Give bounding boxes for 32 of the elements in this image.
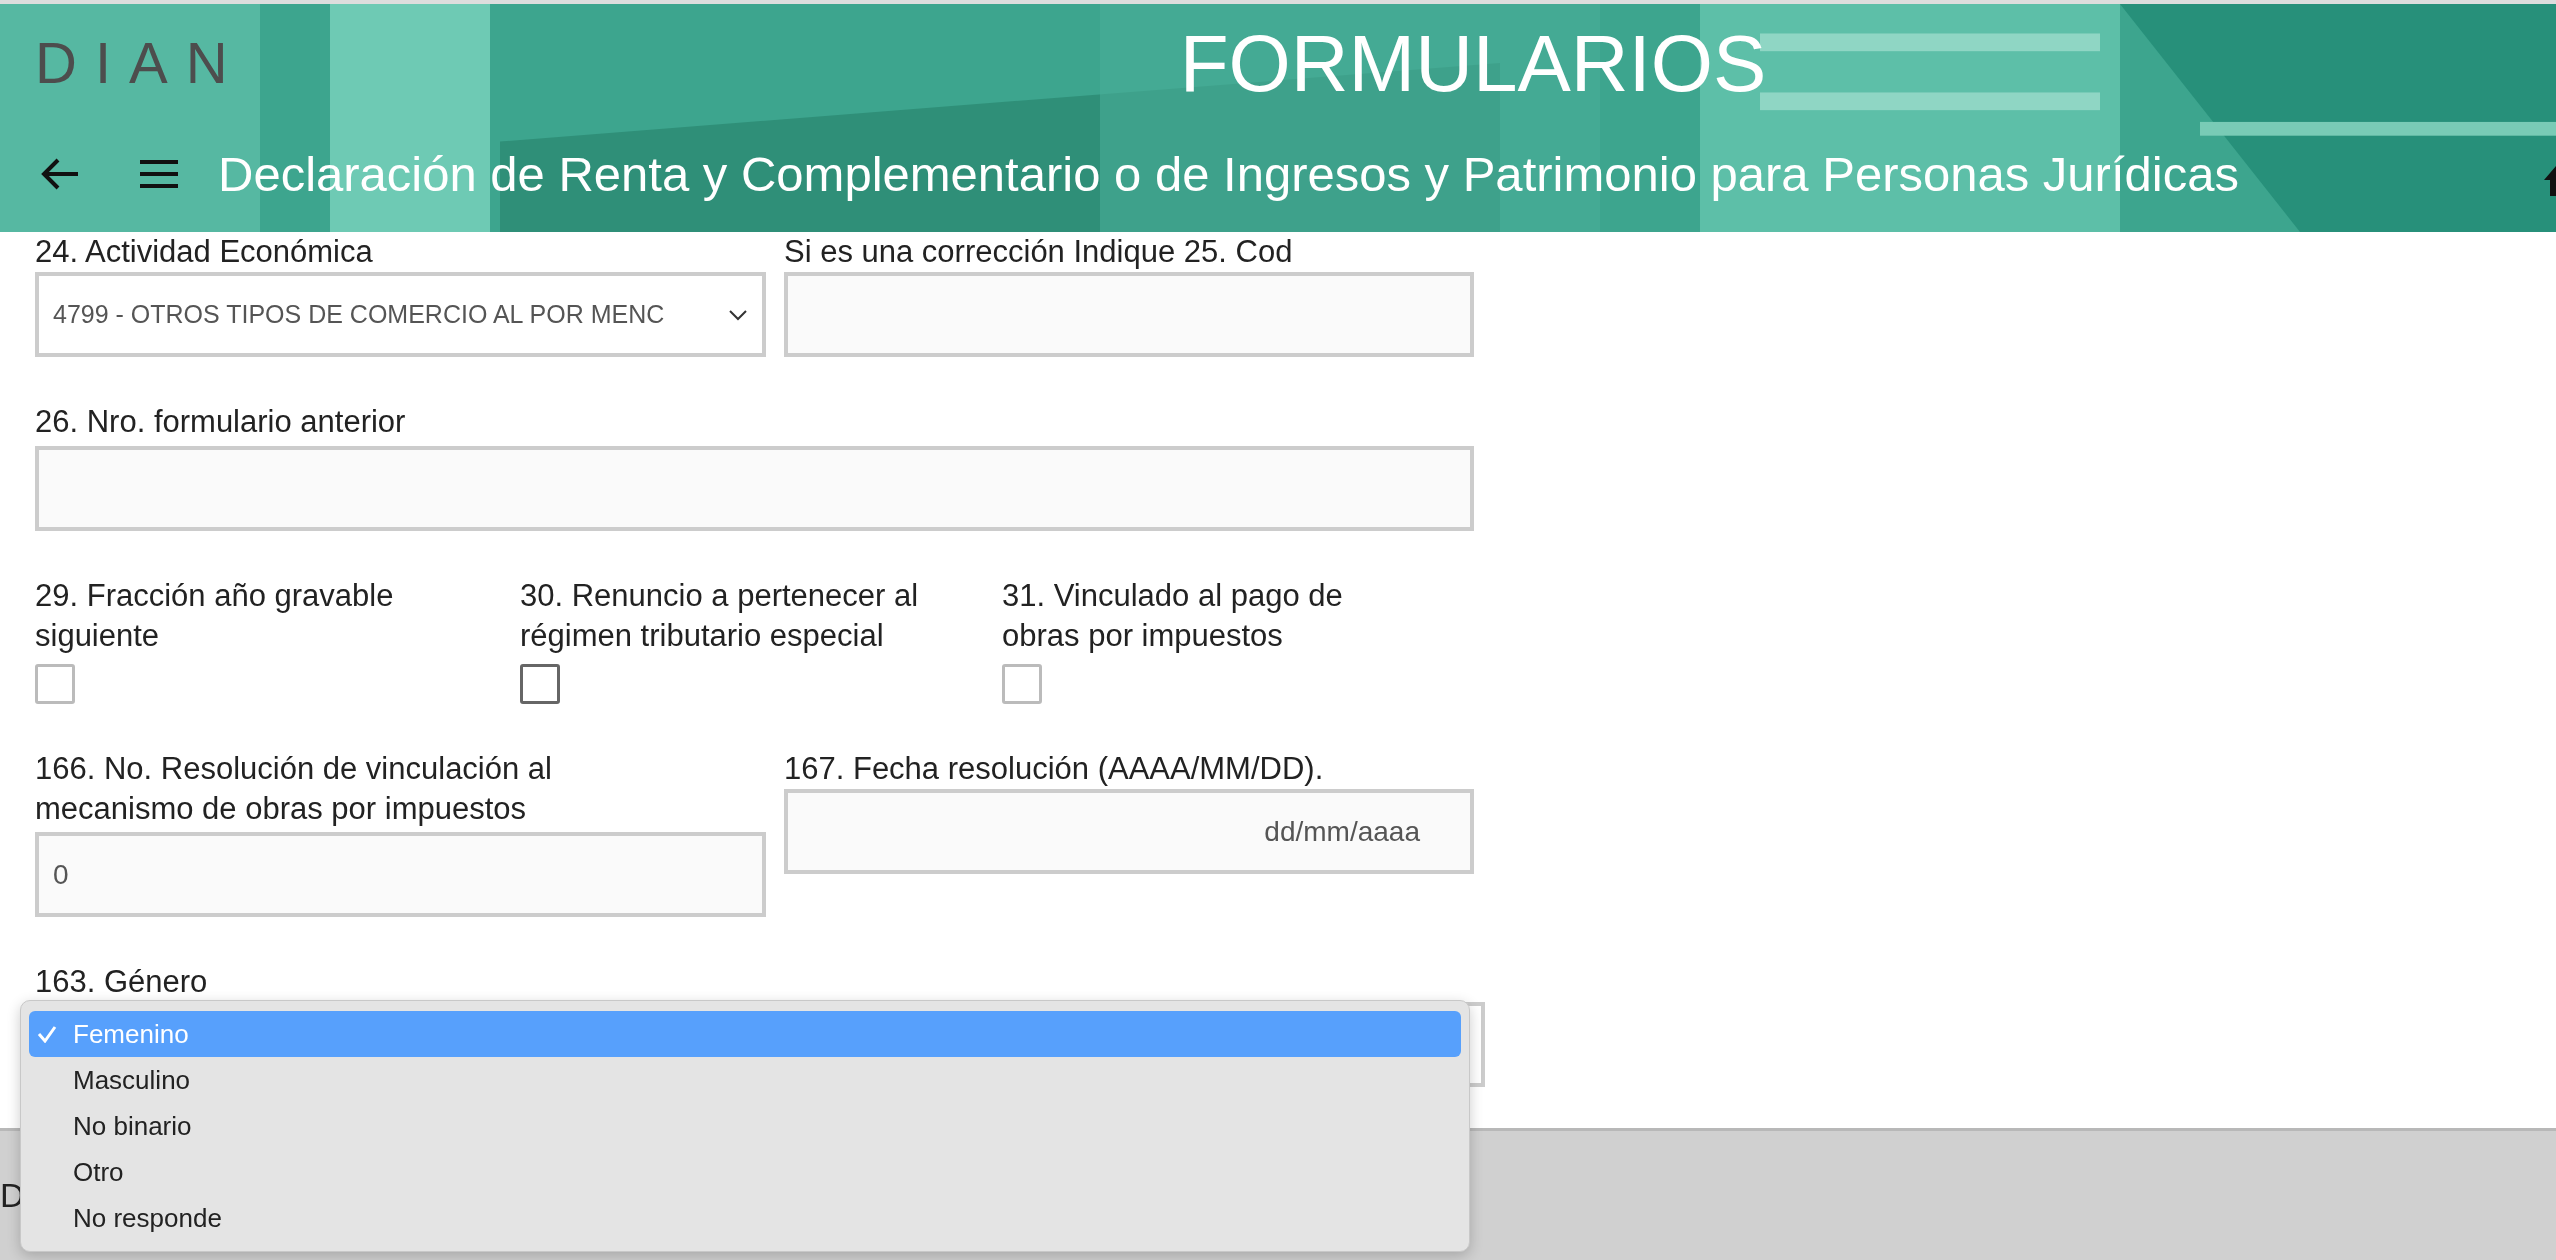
check-icon bbox=[37, 1025, 57, 1043]
input-field[interactable]: 0 bbox=[35, 832, 766, 917]
logo: DIAN bbox=[35, 34, 246, 92]
dropdown-option[interactable]: No responde bbox=[29, 1195, 1461, 1241]
menu-icon[interactable] bbox=[140, 160, 178, 188]
checkbox-label: 30. Renuncio a pertenecer al régimen tributario especial bbox=[520, 577, 920, 655]
dropdown-option[interactable]: No binario bbox=[29, 1103, 1461, 1149]
checkbox[interactable] bbox=[35, 664, 75, 704]
dropdown-option[interactable]: Masculino bbox=[29, 1057, 1461, 1103]
date-field[interactable]: dd/mm/aaaa bbox=[784, 789, 1474, 874]
field-label: 26. Nro. formulario anterior bbox=[35, 403, 407, 441]
field-label: 167. Fecha resolución (AAAA/MM/DD). bbox=[784, 750, 1325, 788]
select-value: 4799 - OTROS TIPOS DE COMERCIO AL POR MENC bbox=[53, 298, 665, 330]
form-title: Declaración de Renta y Complementario o de Ingresos y Patrimonio para Personas Jurídicas bbox=[218, 149, 2239, 199]
checkbox[interactable] bbox=[520, 664, 560, 704]
field-label: Si es una corrección Indique 25. Cod bbox=[784, 233, 1294, 271]
checkbox[interactable] bbox=[1002, 664, 1042, 704]
input-value: 0 bbox=[53, 857, 69, 892]
field-label: 24. Actividad Económica bbox=[35, 233, 374, 271]
activity-select[interactable]: 4799 - OTROS TIPOS DE COMERCIO AL POR MENC bbox=[35, 272, 766, 357]
back-icon[interactable] bbox=[40, 157, 80, 191]
field-label: 166. No. Resolución de vinculación al mecanismo de obras por impuestos bbox=[35, 750, 553, 828]
checkbox-label: 31. Vinculado al pago de obras por impuestos bbox=[1002, 577, 1344, 655]
input-field[interactable] bbox=[35, 446, 1474, 531]
chevron-icon bbox=[728, 308, 748, 321]
page-title: FORMULARIOS bbox=[1178, 24, 1767, 104]
date-placeholder: dd/mm/aaaa bbox=[1264, 814, 1420, 849]
checkbox-label: 29. Fracción año gravable siguiente bbox=[35, 577, 395, 655]
field-label: 163. Género bbox=[35, 963, 209, 1001]
input-field[interactable] bbox=[784, 272, 1474, 357]
dropdown-option[interactable]: Otro bbox=[29, 1149, 1461, 1195]
up-arrow-icon[interactable] bbox=[2544, 166, 2556, 196]
